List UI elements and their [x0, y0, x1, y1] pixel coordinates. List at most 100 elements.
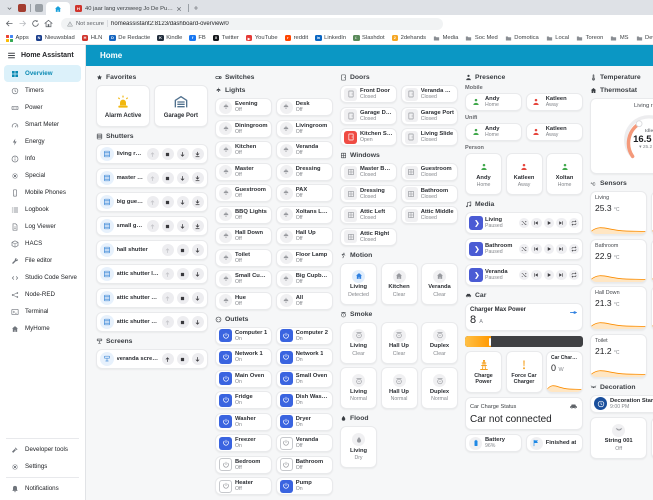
close-tab-icon[interactable]	[176, 6, 182, 12]
repeat-button[interactable]	[569, 270, 580, 281]
stop-cover-button[interactable]	[162, 220, 175, 233]
pinned-tab[interactable]	[35, 4, 43, 12]
sidebar-item-settings[interactable]: Settings	[4, 458, 81, 475]
bookmark-hln[interactable]: HHLN	[82, 35, 103, 42]
stop-cover-button[interactable]	[177, 244, 190, 257]
finished-at-card[interactable]: Finished at	[526, 434, 583, 452]
force-car-charger-button[interactable]: Force Car Charger	[506, 351, 543, 393]
smoke-card-living[interactable]: Living Clear	[340, 322, 377, 364]
favorite-tile-garage-port[interactable]: Garage Port	[154, 85, 208, 127]
bookmark-twitter[interactable]: XTwitter	[213, 35, 239, 42]
sidebar-item-developer-tools[interactable]: Developer tools	[4, 441, 81, 458]
bookmark-domotica[interactable]: Domotica	[505, 35, 539, 42]
sidebar-item-studio-code-server[interactable]: Studio Code Server	[4, 269, 81, 286]
stop-cover-button[interactable]	[177, 316, 190, 329]
outlet-card-small-oven[interactable]: Small Oven On	[276, 370, 333, 388]
close-tilt-button[interactable]	[192, 172, 205, 185]
shuffle-button[interactable]	[519, 270, 530, 281]
window-card-master-bedro[interactable]: Master Bedro… Closed	[340, 163, 397, 181]
bookmark-media[interactable]: Media	[433, 35, 458, 42]
bookmark-de-redactie[interactable]: DDe Redactie	[109, 35, 150, 42]
motion-card-veranda[interactable]: Veranda Clear	[421, 263, 458, 305]
light-card-diningroom[interactable]: Diningroom Off	[215, 120, 272, 138]
charger-max-power-card[interactable]: Charger Max Power 8 A	[465, 303, 583, 331]
sidebar-item-node-red[interactable]: Node-RED	[4, 286, 81, 303]
open-cover-button[interactable]	[162, 353, 175, 366]
car-charge-status-card[interactable]: Car Charge Status Car not connected	[465, 397, 583, 430]
sidebar-item-overview[interactable]: Overview	[4, 65, 81, 82]
decoration-start-time-card[interactable]: Decoration Start Time9:00 PM	[590, 395, 653, 413]
sidebar-item-notifications[interactable]: Notifications	[4, 480, 81, 497]
person-card-andy[interactable]: Andy Home	[465, 153, 502, 195]
open-cover-button[interactable]	[147, 196, 160, 209]
play-button[interactable]	[544, 244, 555, 255]
light-card-desk[interactable]: Desk Off	[276, 98, 333, 116]
smoke-card-duplex[interactable]: Duplex Clear	[421, 322, 458, 364]
outlet-card-network-1[interactable]: Network 1 On	[215, 348, 272, 366]
sidebar-item-file-editor[interactable]: File editor	[4, 252, 81, 269]
close-cover-button[interactable]	[192, 292, 205, 305]
close-tilt-button[interactable]	[192, 148, 205, 161]
cover-row-attic-shutter[interactable]: attic shutter …	[96, 312, 208, 332]
play-button[interactable]	[544, 270, 555, 281]
window-card-attic-middle[interactable]: Attic Middle Closed	[401, 206, 458, 224]
smoke-card-hall-up[interactable]: Hall Up Normal	[381, 367, 418, 409]
close-cover-button[interactable]	[192, 244, 205, 257]
stop-cover-button[interactable]	[162, 148, 175, 161]
open-cover-button[interactable]	[147, 220, 160, 233]
light-card-livingroom[interactable]: Livingroom Off	[276, 120, 333, 138]
window-card-attic-left[interactable]: Attic Left Closed	[340, 206, 397, 224]
close-cover-button[interactable]	[192, 353, 205, 366]
close-tilt-button[interactable]	[192, 220, 205, 233]
next-track-button[interactable]	[556, 244, 567, 255]
sidebar-item-timers[interactable]: Timers	[4, 82, 81, 99]
favorite-tile-alarm-active[interactable]: Alarm Active	[96, 85, 150, 127]
sensor-card-toilet[interactable]: Toilet 21.2 °C	[590, 334, 647, 378]
sidebar-item-logbook[interactable]: Logbook	[4, 201, 81, 218]
previous-track-button[interactable]	[531, 244, 542, 255]
bookmark-devops[interactable]: DevOps	[636, 35, 653, 42]
next-track-button[interactable]	[556, 270, 567, 281]
door-card-kitchen-slide[interactable]: Kitchen Slide Open	[340, 128, 397, 146]
stop-cover-button[interactable]	[162, 172, 175, 185]
thermostat-card[interactable]: Living room Idle 16.5 °C ▾ 25.2 °C	[590, 98, 653, 174]
light-card-veranda[interactable]: Veranda Off	[276, 141, 333, 159]
bookmark-reddit[interactable]: rreddit	[285, 35, 309, 42]
bookmark-2dehands[interactable]: 22dehands	[392, 35, 426, 42]
open-cover-button[interactable]	[147, 148, 160, 161]
car-charging-power-card[interactable]: Car Char… 0 W	[546, 351, 583, 393]
new-tab-button[interactable]	[190, 2, 202, 14]
next-track-button[interactable]	[556, 218, 567, 229]
smoke-card-duplex[interactable]: Duplex Normal	[421, 367, 458, 409]
cover-row-small-guestr[interactable]: small guestr…	[96, 216, 208, 236]
light-card-all[interactable]: All Off	[276, 292, 333, 310]
media-player-bathroom[interactable]: BathroomPaused	[465, 238, 583, 260]
outlet-card-heater[interactable]: Heater Off	[215, 477, 272, 495]
presence-card-andy[interactable]: Andy Home	[465, 123, 522, 141]
close-cover-button[interactable]	[192, 316, 205, 329]
light-card-dressing[interactable]: Dressing Off	[276, 163, 333, 181]
sidebar-item-power[interactable]: Power	[4, 99, 81, 116]
outlet-card-computer-1[interactable]: Computer 1 On	[215, 327, 272, 345]
forward-icon[interactable]	[18, 19, 27, 28]
bookmark-toreon[interactable]: Toreon	[576, 35, 603, 42]
person-card-katleen[interactable]: Katleen Away	[506, 153, 543, 195]
presence-card-katleen[interactable]: Katleen Away	[526, 93, 583, 111]
battery-card[interactable]: Battery 96%	[465, 434, 522, 452]
door-card-veranda-slide[interactable]: Veranda Slide Closed	[401, 85, 458, 103]
home-button-icon[interactable]	[44, 19, 53, 28]
bookmark-kindle[interactable]: KKindle	[157, 35, 182, 42]
article-tab[interactable]: H 40 jaar lang verzweeg Jo De Pu…	[70, 2, 187, 15]
dial-handle[interactable]	[636, 121, 642, 127]
back-icon[interactable]	[5, 19, 14, 28]
door-card-garage-port[interactable]: Garage Port Closed	[401, 107, 458, 125]
open-cover-button[interactable]	[162, 316, 175, 329]
not-secure-warning-icon[interactable]	[67, 21, 73, 27]
light-card-hall-up[interactable]: Hall Up Off	[276, 227, 333, 245]
bookmark-slashdot[interactable]: /.Slashdot	[353, 35, 385, 42]
close-cover-button[interactable]	[177, 172, 190, 185]
close-cover-button[interactable]	[177, 148, 190, 161]
sidebar-item-log-viewer[interactable]: Log Viewer	[4, 218, 81, 235]
outlet-card-freezer[interactable]: Freezer On	[215, 434, 272, 452]
outlet-card-fridge[interactable]: Fridge On	[215, 391, 272, 409]
